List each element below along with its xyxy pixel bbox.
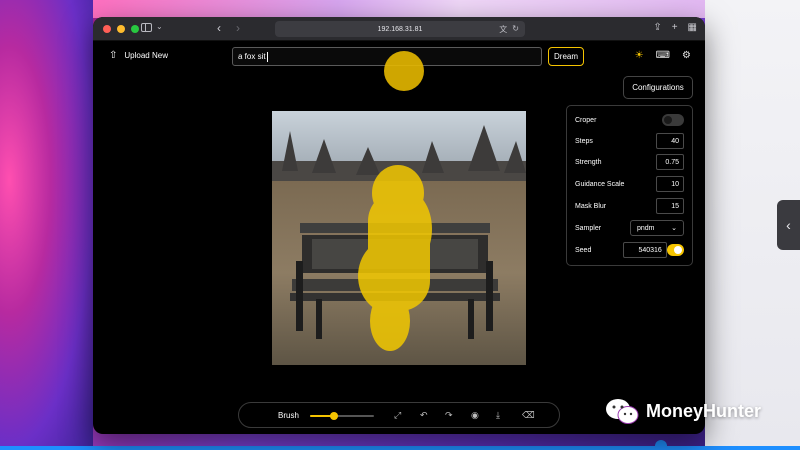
gear-icon[interactable]: ⚙ [682,50,691,61]
sampler-row: Sampler pndm ⌄ [575,219,684,237]
chevron-down-icon[interactable]: ⌄ [156,22,163,31]
croper-row: Croper [575,111,684,129]
seed-toggle[interactable] [666,244,684,256]
download-icon[interactable]: ⤓ [496,410,500,421]
strength-label: Strength [575,158,602,166]
canvas-image [272,111,526,365]
dream-button[interactable]: Dream [548,47,585,66]
croper-toggle[interactable] [662,114,684,126]
seed-input[interactable]: 540316 [623,242,667,258]
undo-icon[interactable]: ↶ [420,410,428,421]
mask-blur-input[interactable]: 15 [656,198,684,214]
mask-blur-row: Mask Blur 15 [575,197,684,215]
seed-row: Seed 540316 [575,241,684,259]
steps-row: Steps 40 [575,132,684,150]
desktop-wallpaper-top [93,0,705,18]
minimize-window-button[interactable] [117,24,125,33]
browser-toolbar-right: ⇪ + ▦ [653,22,697,33]
configurations-label: Configurations [632,83,684,92]
sidebar-toggle-icon[interactable] [141,23,152,32]
text-caret [266,51,268,62]
fullscreen-icon[interactable]: ⤢ [394,410,401,421]
window-controls [103,24,139,33]
steps-input[interactable]: 40 [656,133,684,149]
mask-blur-label: Mask Blur [575,202,607,210]
address-bar[interactable]: 192.168.31.81 文 ↻ [275,21,525,37]
browser-titlebar: ⌄ ‹ › 192.168.31.81 文 ↻ ⇪ + ▦ [93,17,705,41]
wechat-logo-icon [606,399,639,424]
reload-icon[interactable]: ↻ [512,24,519,35]
guidance-scale-label: Guidance Scale [575,180,625,188]
sampler-label: Sampler [575,224,602,232]
upload-new-label: Upload New [124,51,168,60]
sun-icon[interactable]: ☀ [635,50,644,61]
forward-button[interactable]: › [236,21,240,35]
new-tab-icon[interactable]: + [672,22,678,33]
close-window-button[interactable] [103,24,111,33]
brush-label: Brush [278,411,299,420]
dream-label: Dream [554,52,579,61]
eye-icon[interactable]: ◉ [471,410,479,421]
seed-label: Seed [575,246,592,254]
tab-overview-icon[interactable]: ▦ [688,22,697,33]
chevron-left-icon: ‹ [786,217,791,233]
browser-window: ⌄ ‹ › 192.168.31.81 文 ↻ ⇪ + ▦ ⇧ Upload N… [93,17,705,434]
side-panel-handle[interactable]: ‹ [777,200,800,250]
brush-size-slider[interactable] [310,412,374,420]
watermark-text: MoneyHunter [646,400,762,421]
chevron-down-icon: ⌄ [671,225,677,232]
configurations-button[interactable]: Configurations [623,76,693,99]
croper-label: Croper [575,116,597,124]
dock-indicator-dot [655,440,667,450]
dock-indicator-bar [0,446,800,450]
watermark: MoneyHunter [604,396,761,426]
guidance-scale-input[interactable]: 10 [656,176,684,192]
address-text: 192.168.31.81 [377,25,423,33]
brush-cursor [384,51,424,91]
redo-icon[interactable]: ↷ [445,410,453,421]
strength-input[interactable]: 0.75 [656,154,684,170]
configurations-panel: Croper Steps 40 Strength 0.75 Guidance S… [566,105,693,266]
zoom-window-button[interactable] [131,24,139,33]
strength-row: Strength 0.75 [575,153,684,171]
address-bar-icons: 文 ↻ [499,24,519,35]
brush-size-thumb[interactable] [330,412,339,420]
editor-toolbar: Brush ⤢ ↶ ↷ ◉ ⤓ ⌫ [238,402,560,428]
steps-label: Steps [575,137,593,145]
header-icons: ☀ ⌨ ⚙ [635,50,691,61]
translate-icon[interactable]: 文 [499,24,507,35]
upload-icon: ⇧ [109,50,118,61]
eraser-icon[interactable]: ⌫ [522,410,535,421]
prompt-text: a fox sit [238,52,266,61]
image-canvas[interactable] [272,111,526,365]
keyboard-icon[interactable]: ⌨ [656,50,670,61]
guidance-row: Guidance Scale 10 [575,175,684,193]
share-icon[interactable]: ⇪ [653,22,661,33]
desktop-wallpaper-left [0,0,93,450]
back-button[interactable]: ‹ [217,21,221,35]
upload-new-button[interactable]: ⇧ Upload New [109,50,168,61]
sampler-select[interactable]: pndm ⌄ [630,220,684,236]
sampler-value: pndm [637,224,655,232]
